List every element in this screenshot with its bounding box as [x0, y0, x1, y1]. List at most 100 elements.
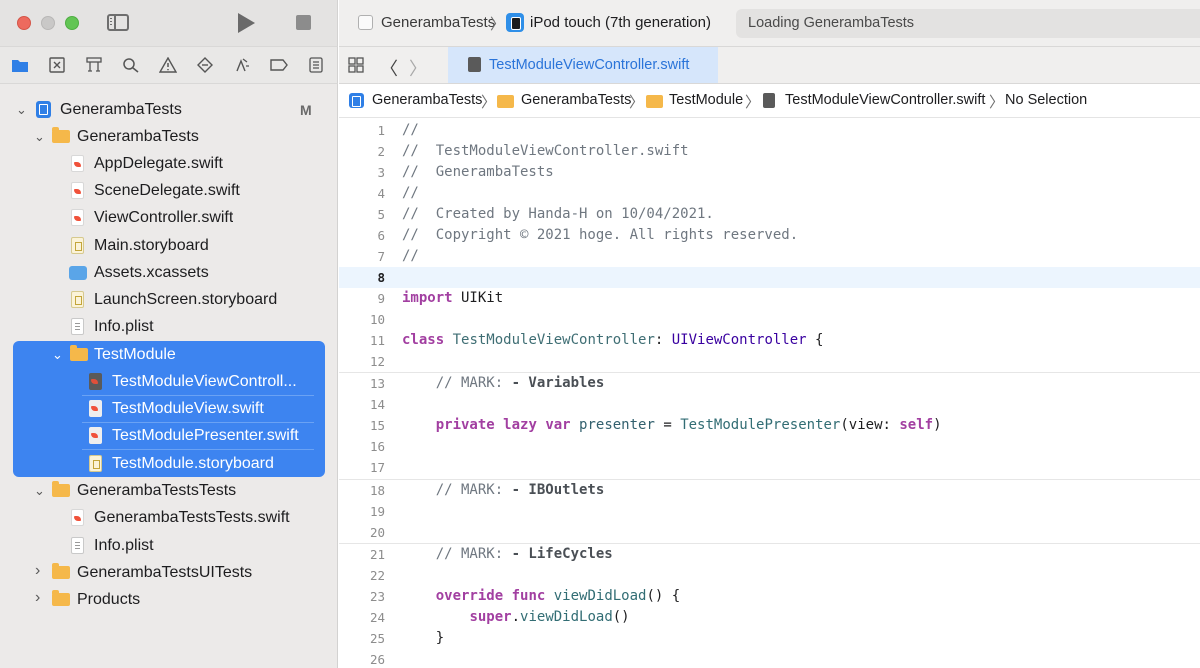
- code-line[interactable]: 3 // GenerambaTests: [339, 162, 1200, 183]
- code-line[interactable]: 13 // MARK: - Variables: [339, 372, 1200, 393]
- line-number: 12: [369, 354, 385, 369]
- code-line[interactable]: 2 // TestModuleViewController.swift: [339, 141, 1200, 162]
- tree-item-file[interactable]: GenerambaTestsTests.swift: [0, 504, 338, 531]
- debug-icon[interactable]: [233, 57, 251, 73]
- line-number: 9: [377, 291, 385, 306]
- tree-item-file[interactable]: ViewController.swift: [0, 204, 338, 231]
- code-line[interactable]: 5 // Created by Handa-H on 10/04/2021.: [339, 204, 1200, 225]
- back-button[interactable]: 〈: [380, 55, 398, 81]
- run-destination-selector[interactable]: iPod touch (7th generation): [530, 14, 711, 31]
- line-number: 22: [369, 568, 385, 583]
- code-line[interactable]: 6 // Copyright © 2021 hoge. All rights r…: [339, 225, 1200, 246]
- line-number: 17: [369, 460, 385, 475]
- plist-icon: [71, 537, 84, 554]
- search-icon[interactable]: [122, 57, 140, 73]
- minimize-window-button[interactable]: [41, 16, 55, 30]
- tree-item-label: SceneDelegate.swift: [94, 182, 240, 199]
- tree-item-file[interactable]: Info.plist: [0, 313, 338, 340]
- tree-item-folder[interactable]: ⌄ GenerambaTestsTests: [0, 477, 338, 504]
- code-line[interactable]: 24 super.viewDidLoad(): [339, 607, 1200, 628]
- disclosure-chevron-icon[interactable]: ›: [35, 562, 40, 580]
- tree-item-file[interactable]: TestModulePresenter.swift: [0, 422, 338, 449]
- code-line[interactable]: 1 //: [339, 120, 1200, 141]
- disclosure-chevron-icon[interactable]: ›: [35, 589, 40, 607]
- breadcrumb-group[interactable]: GenerambaTests: [521, 92, 631, 108]
- code-line[interactable]: 4 //: [339, 183, 1200, 204]
- tree-item-file[interactable]: Assets.xcassets: [0, 259, 338, 286]
- breadcrumb-file[interactable]: TestModuleViewController.swift: [785, 92, 985, 108]
- code-text: class TestModuleViewController: UIViewCo…: [402, 332, 823, 348]
- code-line[interactable]: 7 //: [339, 246, 1200, 267]
- code-line[interactable]: 16: [339, 436, 1200, 457]
- code-line[interactable]: 10: [339, 309, 1200, 330]
- report-icon[interactable]: [307, 57, 325, 73]
- hierarchy-icon[interactable]: [85, 57, 103, 73]
- tree-item-file[interactable]: Main.storyboard: [0, 232, 338, 259]
- tree-item-file[interactable]: TestModuleViewControll...: [0, 368, 338, 395]
- editor-tab-active[interactable]: TestModuleViewController.swift: [448, 47, 718, 83]
- zoom-window-button[interactable]: [65, 16, 79, 30]
- activity-status-field: Loading GenerambaTests: [736, 9, 1200, 38]
- breakpoint-icon[interactable]: [270, 57, 288, 73]
- code-line[interactable]: 26: [339, 649, 1200, 668]
- tree-item-label: TestModule: [94, 346, 176, 363]
- window-toolbar-left: [0, 0, 338, 46]
- code-keyword: lazy: [494, 417, 537, 433]
- code-comment: // MARK:: [435, 482, 512, 498]
- close-window-button[interactable]: [17, 16, 31, 30]
- disclosure-chevron-icon[interactable]: ⌄: [34, 129, 45, 145]
- tree-item-folder[interactable]: ⌄ TestModule: [0, 341, 338, 368]
- breadcrumb-project[interactable]: GenerambaTests: [372, 92, 482, 108]
- tree-item-folder[interactable]: › GenerambaTestsUITests: [0, 559, 338, 586]
- code-line[interactable]: 15 private lazy var presenter = TestModu…: [339, 415, 1200, 436]
- scheme-icon[interactable]: [358, 15, 373, 30]
- tree-item-file[interactable]: TestModule.storyboard: [0, 450, 338, 477]
- sidebar-toggle-icon[interactable]: [107, 14, 129, 31]
- tree-item-file[interactable]: Info.plist: [0, 532, 338, 559]
- code-mark: - Variables: [511, 375, 605, 391]
- project-navigator-folder-icon[interactable]: [11, 57, 29, 73]
- tree-item-folder[interactable]: ⌄ GenerambaTests: [0, 123, 338, 150]
- forward-button[interactable]: 〉: [409, 55, 427, 81]
- tree-item-file[interactable]: AppDelegate.swift: [0, 150, 338, 177]
- related-items-grid-icon[interactable]: [348, 57, 364, 73]
- code-line-current[interactable]: 8: [339, 267, 1200, 288]
- code-line[interactable]: 21 // MARK: - LifeCycles: [339, 543, 1200, 564]
- tree-item-project[interactable]: ⌄ GenerambaTests: [0, 96, 338, 123]
- tree-item-folder[interactable]: › Products: [0, 586, 338, 613]
- breadcrumb-folder[interactable]: TestModule: [669, 92, 743, 108]
- run-button[interactable]: [236, 12, 256, 34]
- line-number: 21: [369, 547, 385, 562]
- tree-item-file[interactable]: TestModuleView.swift: [0, 395, 338, 422]
- code-line[interactable]: 9 import UIKit: [339, 288, 1200, 309]
- stop-button[interactable]: [296, 15, 311, 30]
- code-line[interactable]: 17: [339, 457, 1200, 478]
- disclosure-chevron-icon[interactable]: ⌄: [34, 483, 45, 499]
- code-comment: // GenerambaTests: [402, 164, 554, 180]
- tree-item-file[interactable]: LaunchScreen.storyboard: [0, 286, 338, 313]
- code-line[interactable]: 18 // MARK: - IBOutlets: [339, 479, 1200, 500]
- tree-item-label: GenerambaTestsTests: [77, 482, 237, 499]
- code-line[interactable]: 11 class TestModuleViewController: UIVie…: [339, 330, 1200, 351]
- code-line[interactable]: 22: [339, 565, 1200, 586]
- disclosure-chevron-icon[interactable]: ⌄: [16, 102, 27, 118]
- source-editor[interactable]: 1 // 2 // TestModuleViewController.swift…: [339, 118, 1200, 668]
- code-line[interactable]: 25 }: [339, 628, 1200, 649]
- swift-file-icon: [71, 209, 84, 226]
- line-number: 7: [377, 249, 385, 264]
- source-control-icon[interactable]: [48, 57, 66, 73]
- breadcrumb-selection[interactable]: No Selection: [1005, 92, 1087, 108]
- scheme-selector[interactable]: GenerambaTests: [381, 14, 495, 31]
- disclosure-chevron-icon[interactable]: ⌄: [52, 347, 63, 363]
- warning-icon[interactable]: [159, 57, 177, 73]
- code-line[interactable]: 23 override func viewDidLoad() {: [339, 586, 1200, 607]
- code-line[interactable]: 19: [339, 501, 1200, 522]
- code-line[interactable]: 20: [339, 522, 1200, 543]
- code-line[interactable]: 12: [339, 351, 1200, 372]
- tree-item-file[interactable]: SceneDelegate.swift: [0, 177, 338, 204]
- device-icon[interactable]: [506, 13, 524, 32]
- test-icon[interactable]: [196, 57, 214, 73]
- code-class-name: TestModuleViewController: [444, 332, 655, 348]
- code-line[interactable]: 14: [339, 394, 1200, 415]
